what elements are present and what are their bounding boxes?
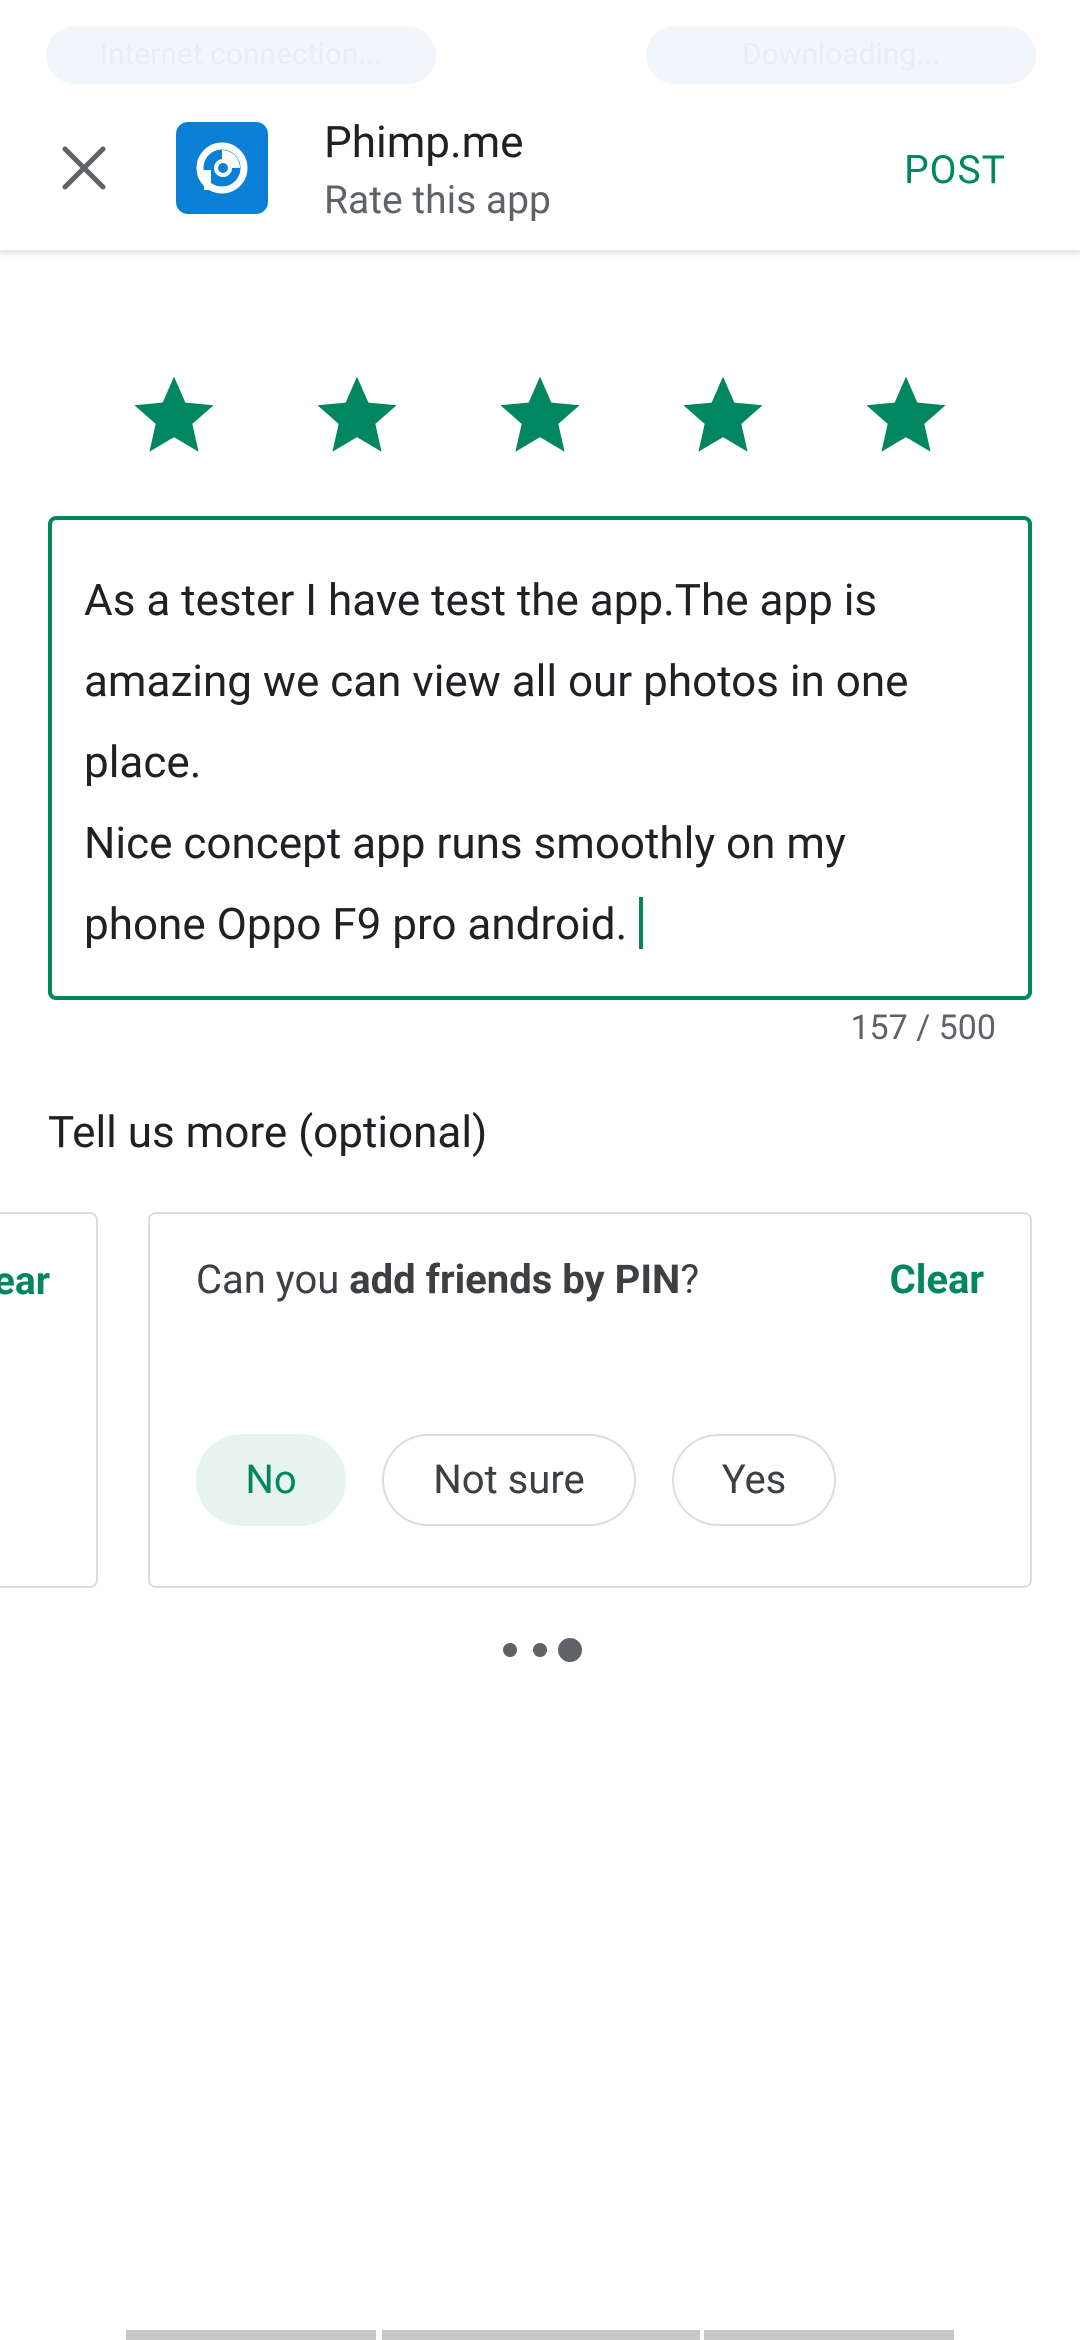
previous-question-card[interactable]: ear	[0, 1212, 98, 1588]
star-2-icon[interactable]	[313, 370, 401, 458]
star-rating	[0, 330, 1080, 480]
answer-chip-no[interactable]: No	[196, 1434, 346, 1526]
tell-us-more-heading: Tell us more (optional)	[48, 1106, 488, 1158]
rate-app-header: Phimp.me Rate this app POST	[0, 100, 1080, 252]
character-counter: 157 / 500	[850, 1008, 996, 1048]
star-3-icon[interactable]	[496, 370, 584, 458]
header-subtitle: Rate this app	[324, 177, 551, 223]
pager-dot-1	[503, 1643, 517, 1657]
question-text: Can you add friends by PIN?	[196, 1252, 699, 1308]
question-prefix: Can you	[196, 1256, 350, 1303]
pager-dot-2	[533, 1643, 547, 1657]
question-suffix: ?	[680, 1256, 700, 1303]
close-icon	[62, 146, 106, 190]
answer-chip-yes[interactable]: Yes	[672, 1434, 836, 1526]
card-pager	[0, 1632, 1080, 1668]
nav-hint-right	[704, 2330, 954, 2340]
status-pill-right: Downloading...	[646, 26, 1036, 84]
app-icon	[176, 122, 268, 214]
text-cursor	[639, 897, 644, 949]
question-card: Can you add friends by PIN? Clear No Not…	[148, 1212, 1032, 1588]
status-left-text: Internet connection...	[99, 37, 383, 72]
status-bar: Internet connection... Downloading...	[0, 0, 1080, 100]
star-5-icon[interactable]	[862, 370, 950, 458]
previous-card-clear-button[interactable]: ear	[0, 1258, 50, 1304]
phimpme-logo-icon	[196, 142, 248, 194]
review-text-field[interactable]: As a tester I have test the app.The app …	[48, 516, 1032, 1000]
star-4-icon[interactable]	[679, 370, 767, 458]
status-pill-left: Internet connection...	[46, 26, 436, 84]
answer-chip-not-sure[interactable]: Not sure	[382, 1434, 636, 1526]
pager-dot-3	[558, 1638, 582, 1662]
clear-button[interactable]: Clear	[890, 1252, 984, 1308]
close-button[interactable]	[42, 126, 126, 210]
question-bold: add friends by PIN	[349, 1256, 681, 1303]
nav-hint-left	[126, 2330, 376, 2340]
status-right-text: Downloading...	[742, 37, 940, 72]
post-button[interactable]: POST	[880, 136, 1030, 204]
nav-hint-center	[382, 2330, 700, 2340]
review-text-content: As a tester I have test the app.The app …	[84, 574, 909, 950]
star-1-icon[interactable]	[130, 370, 218, 458]
review-text: As a tester I have test the app.The app …	[84, 560, 996, 965]
app-name: Phimp.me	[324, 116, 524, 168]
